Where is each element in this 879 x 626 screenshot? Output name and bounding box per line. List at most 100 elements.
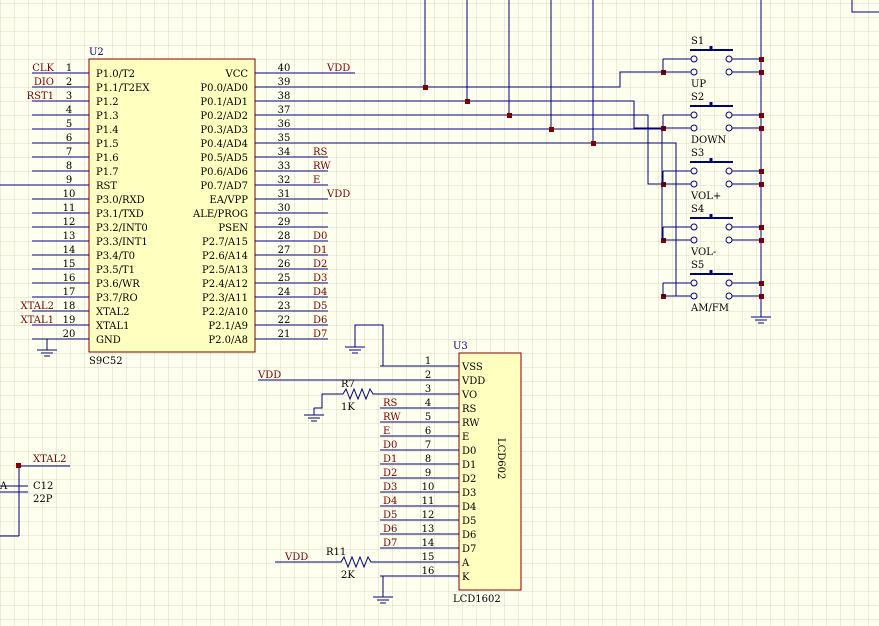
u3-pin-net: D2 bbox=[383, 468, 397, 479]
switch-contact bbox=[690, 55, 698, 63]
schematic-canvas: U2 S9C52 1 P1.0/T2 CLK 2 P1.1/T2EX DIO 3 P1.2 RS… bbox=[0, 0, 879, 626]
switch-contact bbox=[690, 180, 698, 188]
u2-pin-number: 27 bbox=[278, 245, 291, 256]
u3-pin-number: 13 bbox=[422, 524, 435, 535]
u2-pin-number: 24 bbox=[278, 287, 291, 298]
u2-pin-name: P0.6/AD6 bbox=[200, 167, 248, 178]
u2-pin-number: 23 bbox=[278, 301, 291, 312]
u2-pin-name: P2.5/A13 bbox=[202, 265, 248, 276]
u3-pin-net: D1 bbox=[383, 454, 397, 465]
switch-contact bbox=[725, 292, 733, 300]
switch-contact bbox=[725, 279, 733, 287]
u3-pin-number: 8 bbox=[425, 454, 431, 465]
u2-pin-net: XTAL1 bbox=[21, 315, 54, 326]
u2-pin-net: DIO bbox=[34, 77, 54, 88]
u2-pin-net: D2 bbox=[313, 259, 327, 270]
switch-contact bbox=[690, 124, 698, 132]
u2-pin-number: 35 bbox=[278, 133, 291, 144]
u2-pin-name: P0.1/AD1 bbox=[200, 97, 248, 108]
u2-pin-name: P3.6/WR bbox=[96, 279, 140, 290]
u2-pin-name: P3.5/T1 bbox=[96, 265, 135, 276]
u2-pin-number: 5 bbox=[66, 119, 72, 130]
switch-contact bbox=[725, 68, 733, 76]
u2-pin-name: P0.4/AD4 bbox=[200, 139, 248, 150]
u3-pin-name: D0 bbox=[462, 446, 476, 457]
switch-contact bbox=[690, 68, 698, 76]
u2-pin-number: 4 bbox=[66, 105, 72, 116]
switch-ref: S2 bbox=[691, 92, 704, 103]
u2-pin-name: P2.4/A12 bbox=[202, 279, 248, 290]
switch-contact bbox=[725, 111, 733, 119]
u3-pin-name: D1 bbox=[462, 460, 476, 471]
u2-pin-net: VDD bbox=[326, 63, 350, 74]
u3-pin-number: 9 bbox=[425, 468, 431, 479]
u3-pin-name: E bbox=[462, 432, 469, 443]
u2-pin-number: 1 bbox=[66, 63, 72, 74]
u2-pin-name: P0.2/AD2 bbox=[200, 111, 248, 122]
u2-pin-number: 19 bbox=[63, 315, 76, 326]
u2-pin-name: P1.2 bbox=[96, 97, 119, 108]
u2-pin-number: 39 bbox=[278, 77, 291, 88]
u2-pin-net: D6 bbox=[313, 315, 327, 326]
switch-contact bbox=[690, 167, 698, 175]
u3-pin-number: 15 bbox=[422, 552, 435, 563]
u2-part: S9C52 bbox=[89, 356, 123, 367]
u2-pin-name: GND bbox=[96, 335, 121, 346]
u3-pin-number: 4 bbox=[425, 398, 431, 409]
c12-ref: C12 bbox=[33, 481, 53, 492]
u3-pin-name: D3 bbox=[462, 488, 476, 499]
junction-dot bbox=[423, 85, 428, 90]
u2-pin-number: 25 bbox=[278, 273, 291, 284]
u3-pin-name: VDD bbox=[461, 376, 485, 387]
switch-contact bbox=[690, 292, 698, 300]
u2-pin-net: E bbox=[313, 175, 320, 186]
u2-pin-net: XTAL2 bbox=[21, 301, 54, 312]
u2-pin-name: P1.1/T2EX bbox=[96, 83, 150, 94]
u3-pin-net: RS bbox=[383, 398, 398, 409]
u2-pin-number: 9 bbox=[66, 175, 72, 186]
u2-pin-number: 11 bbox=[63, 203, 76, 214]
u3-pin-name: VO bbox=[461, 390, 477, 401]
switch-contact bbox=[725, 223, 733, 231]
u3-pin-net: D7 bbox=[383, 538, 397, 549]
u2-pin-number: 28 bbox=[278, 231, 291, 242]
u2-pin-name: P2.2/A10 bbox=[202, 307, 248, 318]
u2-pin-net: D5 bbox=[313, 301, 327, 312]
junction-dot bbox=[591, 141, 596, 146]
switch-label: AM/FM bbox=[690, 303, 729, 314]
u2-pin-number: 18 bbox=[63, 301, 76, 312]
u2-pin-number: 26 bbox=[278, 259, 291, 270]
r7-ref: R7 bbox=[341, 379, 355, 390]
switch-contact bbox=[690, 223, 698, 231]
u3-part: LCD1602 bbox=[453, 594, 501, 605]
u3-pin-name: VSS bbox=[461, 362, 483, 373]
u2-pin-name: P0.5/AD5 bbox=[200, 153, 248, 164]
u2-pin-name: P1.7 bbox=[96, 167, 119, 178]
u2-pin-net: D4 bbox=[313, 287, 327, 298]
vdd-label-lcd: VDD bbox=[257, 370, 281, 381]
switch-contact bbox=[725, 167, 733, 175]
u3-pin-name: D6 bbox=[462, 530, 476, 541]
u3-pin-name: A bbox=[461, 558, 470, 569]
u3-body-label: LCD602 bbox=[495, 438, 506, 479]
switch-label: UP bbox=[691, 79, 706, 90]
u2-pin-name: P3.0/RXD bbox=[96, 195, 145, 206]
u3-pin-name: D5 bbox=[462, 516, 476, 527]
u2-pin-name: P1.4 bbox=[96, 125, 119, 136]
switch-contact bbox=[725, 180, 733, 188]
switch-label: DOWN bbox=[691, 135, 726, 146]
u3-pin-number: 2 bbox=[425, 370, 431, 381]
u2-pin-name: P2.6/A14 bbox=[202, 251, 248, 262]
u2-pin-name: ALE/PROG bbox=[192, 209, 248, 220]
u2-pin-net: RS bbox=[313, 147, 328, 158]
u2-pin-number: 20 bbox=[63, 329, 76, 340]
u2-pin-net: RW bbox=[313, 161, 331, 172]
u3-pin-net: E bbox=[383, 426, 390, 437]
u3-pin-name: K bbox=[462, 572, 470, 583]
switch-ref: S1 bbox=[691, 36, 704, 47]
u3-pin-number: 1 bbox=[425, 356, 431, 367]
u2-pin-name: RST bbox=[96, 181, 117, 192]
u2-pin-name: P2.0/A8 bbox=[208, 335, 248, 346]
u3-pin-net: D5 bbox=[383, 510, 397, 521]
switch-label: VOL+ bbox=[690, 191, 721, 202]
